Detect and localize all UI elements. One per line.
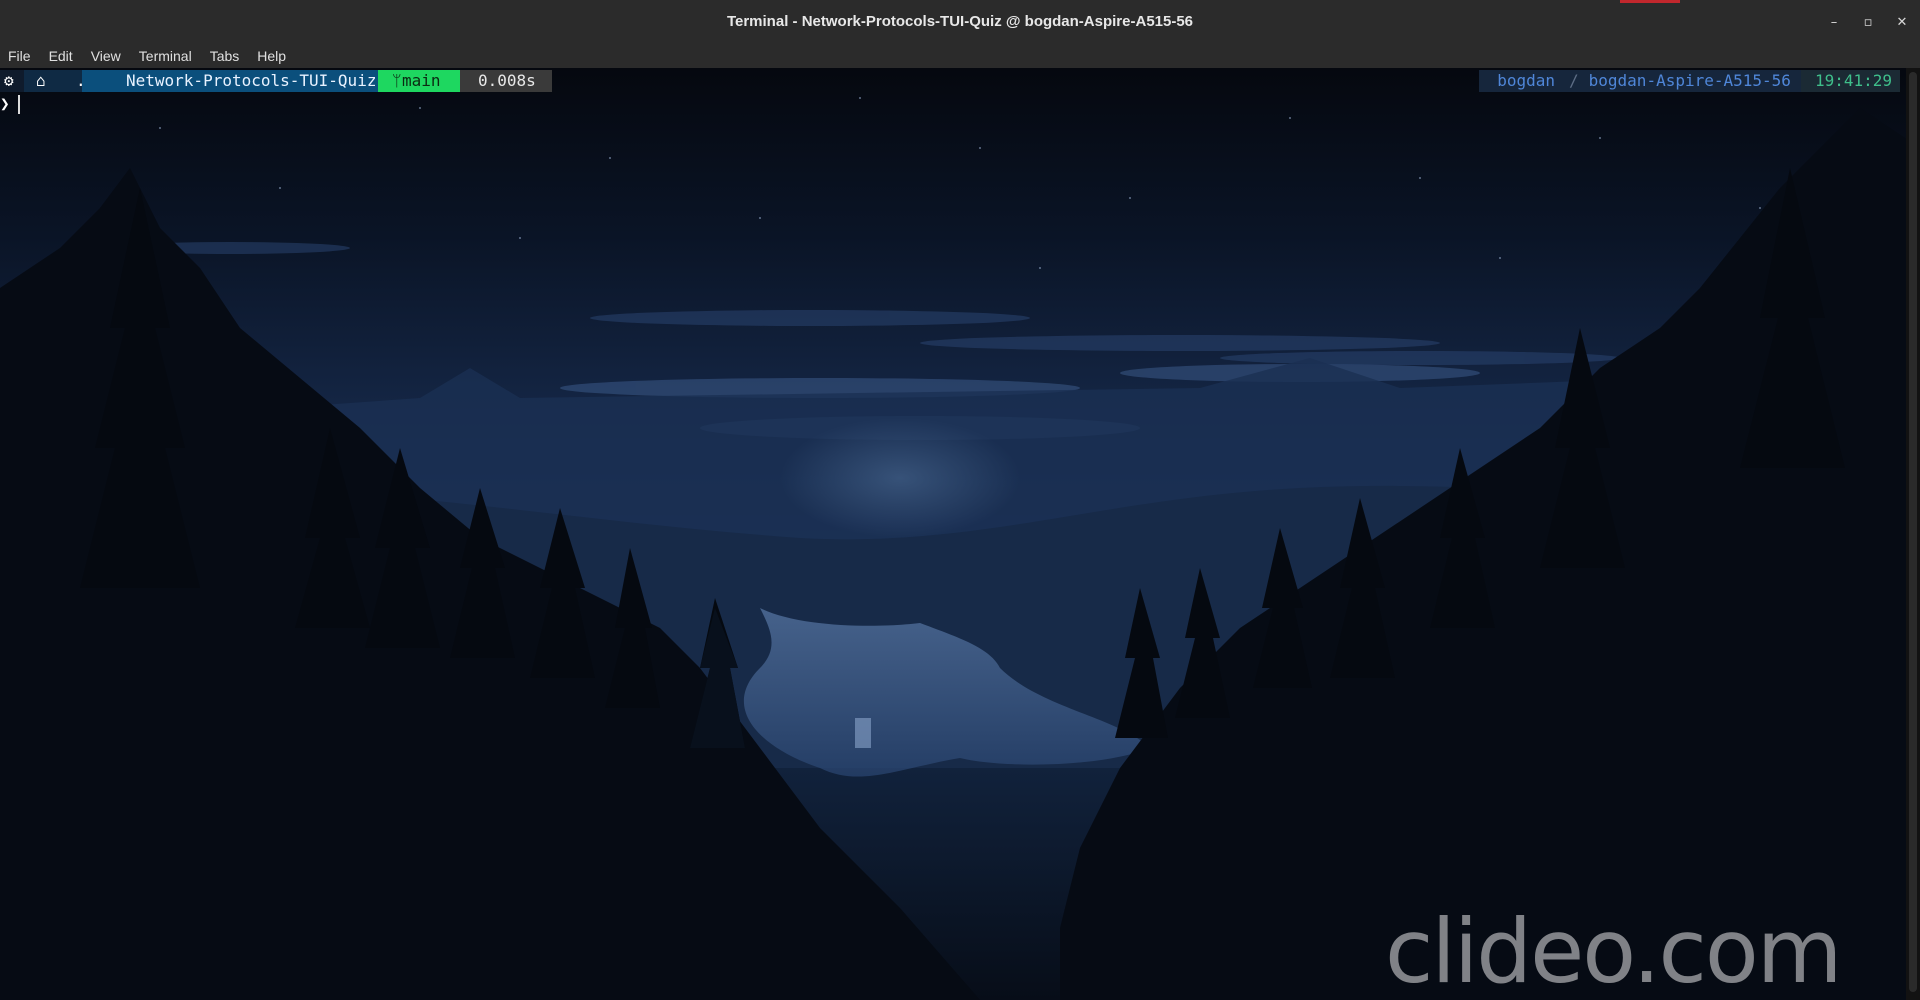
terminal-area[interactable]: ⚙ ⌂ ... Network-Protocols-TUI-Quiz ᛘ mai… <box>0 68 1920 1000</box>
menu-file[interactable]: File <box>0 44 40 68</box>
prompt-host: bogdan-Aspire-A515-56 <box>1584 70 1801 92</box>
menu-bar: File Edit View Terminal Tabs Help <box>0 44 1920 68</box>
prompt-clock: 19:41:29 <box>1800 70 1900 92</box>
right-prompt: bogdan / bogdan-Aspire-A515-56 19:41:29 <box>1479 70 1900 92</box>
home-segment: ⌂ ... <box>24 70 105 92</box>
duration-segment: 0.008s <box>460 70 552 92</box>
prompt-user: bogdan <box>1479 70 1563 92</box>
git-segment: ᛘ main <box>378 70 460 92</box>
minimize-icon[interactable]: – <box>1822 10 1846 34</box>
window-controls: – ▫ ✕ <box>1822 10 1914 34</box>
command-duration: 0.008s <box>478 71 536 90</box>
window-titlebar: Terminal - Network-Protocols-TUI-Quiz @ … <box>0 0 1920 45</box>
wallpaper-forest-night <box>0 68 1920 1000</box>
maximize-icon[interactable]: ▫ <box>1856 10 1880 34</box>
close-icon[interactable]: ✕ <box>1890 10 1914 34</box>
os-segment: ⚙ <box>0 70 24 92</box>
menu-help[interactable]: Help <box>248 44 295 68</box>
menu-tabs[interactable]: Tabs <box>201 44 249 68</box>
window-title: Terminal - Network-Protocols-TUI-Quiz @ … <box>726 13 1194 30</box>
text-cursor <box>17 95 20 114</box>
menu-terminal[interactable]: Terminal <box>130 44 201 68</box>
os-icon: ⚙ <box>4 71 14 90</box>
menu-view[interactable]: View <box>82 44 130 68</box>
watermark: clideo.com <box>1385 900 1842 1000</box>
prompt-separator: / <box>1563 70 1585 92</box>
home-icon: ⌂ <box>36 71 46 90</box>
input-line[interactable]: ❯ <box>0 94 20 116</box>
scrollbar[interactable] <box>1906 68 1920 1000</box>
git-branch-name: main <box>402 71 441 90</box>
git-branch-icon: ᛘ <box>392 71 402 90</box>
scrollbar-thumb[interactable] <box>1909 72 1917 992</box>
prompt-char: ❯ <box>0 94 10 113</box>
menu-edit[interactable]: Edit <box>40 44 82 68</box>
path-segment: Network-Protocols-TUI-Quiz <box>82 70 378 92</box>
current-directory: Network-Protocols-TUI-Quiz <box>126 71 377 90</box>
